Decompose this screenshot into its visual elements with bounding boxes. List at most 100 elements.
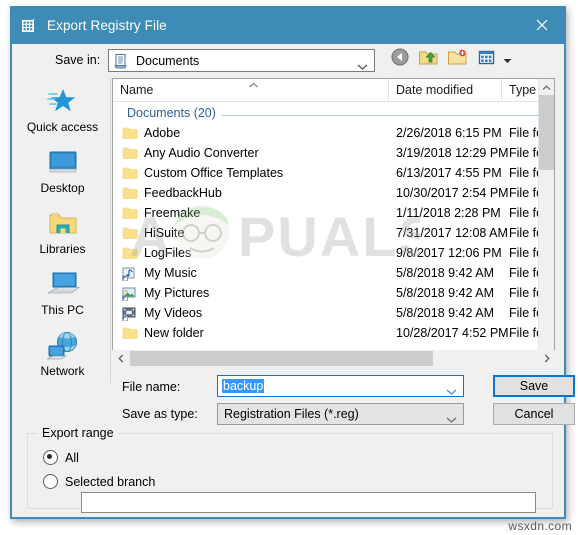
up-one-level-icon bbox=[418, 48, 439, 72]
chevron-down-icon bbox=[357, 57, 368, 70]
places-bar: Quick access Desktop Libraries This PC N… bbox=[14, 78, 111, 383]
folder-icon bbox=[122, 205, 138, 221]
views-button[interactable] bbox=[474, 47, 499, 72]
date-modified-cell: 5/8/2018 9:42 AM bbox=[396, 286, 494, 300]
export-range-title: Export range bbox=[38, 426, 118, 440]
views-icon bbox=[478, 49, 495, 71]
file-rows: Adobe 2/26/2018 6:15 PM File fol Any Audio … bbox=[113, 123, 554, 343]
place-quick-access[interactable]: Quick access bbox=[14, 84, 111, 145]
file-name-cell: HiSuite bbox=[144, 226, 185, 240]
window-title: Export Registry File bbox=[47, 17, 167, 33]
vertical-scrollbar[interactable] bbox=[538, 79, 554, 362]
date-modified-cell: 10/30/2017 2:54 PM bbox=[396, 186, 509, 200]
videos-library-icon bbox=[122, 305, 138, 321]
table-row[interactable]: FeedbackHub 10/30/2017 2:54 PM File fol bbox=[113, 183, 554, 203]
table-row[interactable]: Any Audio Converter 3/19/2018 12:29 PM Fil… bbox=[113, 143, 554, 163]
save-in-label: Save in: bbox=[55, 53, 101, 67]
table-row[interactable]: My Videos 5/8/2018 9:42 AM File fol bbox=[113, 303, 554, 323]
date-modified-cell: 7/31/2017 12:08 AM bbox=[396, 226, 508, 240]
export-range-group: Export range All Selected branch bbox=[27, 426, 553, 513]
close-button[interactable] bbox=[519, 6, 564, 44]
place-network[interactable]: Network bbox=[14, 328, 111, 389]
chevron-right-icon bbox=[544, 350, 550, 368]
new-folder-button[interactable] bbox=[445, 47, 470, 72]
table-row[interactable]: Adobe 2/26/2018 6:15 PM File fol bbox=[113, 123, 554, 143]
place-this-pc[interactable]: This PC bbox=[14, 267, 111, 328]
save-button[interactable]: Save bbox=[493, 375, 575, 397]
date-modified-cell: 10/28/2017 4:52 PM bbox=[396, 326, 509, 340]
folder-icon bbox=[122, 185, 138, 201]
table-row[interactable]: My Music 5/8/2018 9:42 AM File fol bbox=[113, 263, 554, 283]
file-name-cell: New folder bbox=[144, 326, 204, 340]
folder-icon bbox=[122, 145, 138, 161]
navigation-toolbar bbox=[387, 47, 512, 72]
chevron-up-icon bbox=[542, 79, 551, 96]
libraries-folder-icon bbox=[47, 206, 79, 241]
save-as-type-dropdown[interactable]: Registration Files (*.reg) bbox=[217, 403, 464, 425]
column-header-label: Name bbox=[120, 83, 154, 97]
ascending-caret-icon bbox=[248, 79, 259, 88]
column-header-date-modified[interactable]: Date modified bbox=[389, 79, 502, 101]
place-label: This PC bbox=[41, 303, 84, 317]
title-bar: Export Registry File bbox=[12, 6, 564, 44]
radio-label: Selected branch bbox=[65, 474, 156, 489]
table-row[interactable]: Custom Office Templates 6/13/2017 4:55 PM… bbox=[113, 163, 554, 183]
export-registry-file-dialog: Export Registry File Save in: Documents … bbox=[10, 6, 575, 519]
quick-access-star-icon bbox=[46, 84, 80, 119]
file-name-input[interactable]: backup bbox=[217, 375, 464, 397]
save-as-type-value: Registration Files (*.reg) bbox=[224, 407, 359, 421]
date-modified-cell: 5/8/2018 9:42 AM bbox=[396, 266, 494, 280]
group-header-label: Documents (20) bbox=[127, 105, 221, 120]
site-watermark: wsxdn.com bbox=[508, 519, 572, 533]
column-header-label: Date modified bbox=[396, 83, 474, 97]
folder-icon bbox=[122, 165, 138, 181]
column-header-label: Type bbox=[509, 83, 537, 97]
date-modified-cell: 3/19/2018 12:29 PM bbox=[396, 146, 509, 160]
folder-icon bbox=[122, 325, 138, 341]
this-pc-computer-icon bbox=[46, 267, 80, 302]
place-libraries[interactable]: Libraries bbox=[14, 206, 111, 267]
radio-button-icon bbox=[43, 450, 58, 465]
date-modified-cell: 5/8/2018 9:42 AM bbox=[396, 306, 494, 320]
table-row[interactable]: My Pictures 5/8/2018 9:42 AM File fol bbox=[113, 283, 554, 303]
back-button[interactable] bbox=[387, 47, 412, 72]
back-arrow-icon bbox=[390, 47, 410, 72]
radio-export-all[interactable]: All bbox=[43, 450, 79, 465]
file-name-cell: Freemake bbox=[144, 206, 201, 220]
save-as-type-label: Save as type: bbox=[122, 407, 198, 421]
radio-selected-branch[interactable]: Selected branch bbox=[43, 474, 155, 489]
place-desktop[interactable]: Desktop bbox=[14, 145, 111, 206]
horizontal-scroll-thumb[interactable] bbox=[130, 351, 433, 366]
table-row[interactable]: HiSuite 7/31/2017 12:08 AM File fol bbox=[113, 223, 554, 243]
views-dropdown-button[interactable] bbox=[503, 47, 512, 72]
scroll-up-button[interactable] bbox=[539, 79, 554, 95]
folder-icon bbox=[122, 245, 138, 261]
new-folder-icon bbox=[447, 48, 468, 72]
scroll-left-button[interactable] bbox=[112, 350, 129, 367]
file-name-cell: FeedbackHub bbox=[144, 186, 222, 200]
chevron-left-icon bbox=[117, 350, 124, 368]
date-modified-cell: 6/13/2017 4:55 PM bbox=[396, 166, 502, 180]
save-in-dropdown[interactable]: Documents bbox=[108, 49, 375, 72]
screenshot-root: Export Registry File Save in: Documents … bbox=[0, 0, 578, 535]
file-name-cell: Adobe bbox=[144, 126, 181, 140]
table-row[interactable]: LogFiles 9/8/2017 12:06 PM File fol bbox=[113, 243, 554, 263]
up-one-level-button[interactable] bbox=[416, 47, 441, 72]
table-row[interactable]: New folder 10/28/2017 4:52 PM File fol bbox=[113, 323, 554, 343]
selected-branch-input[interactable] bbox=[81, 492, 536, 513]
table-row[interactable]: Freemake 1/11/2018 2:28 PM File fol bbox=[113, 203, 554, 223]
file-name-cell: My Pictures bbox=[144, 286, 210, 300]
group-header[interactable]: Documents (20) bbox=[113, 102, 554, 123]
desktop-monitor-icon bbox=[47, 145, 79, 180]
file-list: Name Date modified Type Documents (20) A… bbox=[112, 78, 555, 363]
cancel-button[interactable]: Cancel bbox=[493, 403, 575, 425]
horizontal-scrollbar[interactable] bbox=[112, 350, 555, 367]
scroll-right-button[interactable] bbox=[538, 350, 555, 367]
chevron-down-icon bbox=[503, 51, 512, 69]
date-modified-cell: 9/8/2017 12:06 PM bbox=[396, 246, 502, 260]
column-header-name[interactable]: Name bbox=[113, 79, 389, 101]
save-in-toolbar: Save in: Documents bbox=[12, 44, 564, 78]
vertical-scroll-thumb[interactable] bbox=[539, 95, 554, 170]
registry-grid-icon bbox=[21, 17, 38, 34]
chevron-down-icon[interactable] bbox=[446, 383, 457, 395]
